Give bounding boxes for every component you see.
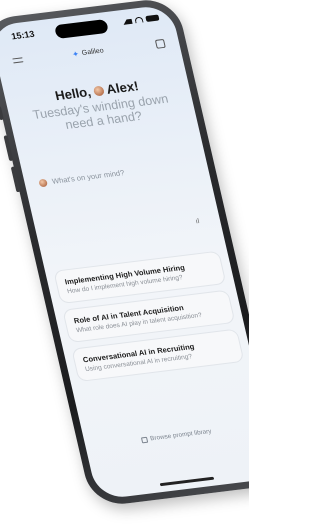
- home-indicator[interactable]: [159, 476, 215, 487]
- scene: 15:13 ✦ Galileo Hello, Alex! Tuesday's w…: [0, 0, 249, 524]
- browse-prompt-library-link[interactable]: Browse prompt library: [85, 421, 249, 450]
- status-icons: [122, 14, 160, 25]
- book-icon: [140, 436, 149, 443]
- browse-label: Browse prompt library: [149, 427, 213, 443]
- dynamic-island: [53, 18, 110, 39]
- greeting: Hello, Alex! Tuesday's winding down need…: [4, 72, 196, 138]
- brand-name: Galileo: [81, 47, 105, 57]
- prompt-suggestions: Implementing High Volume Hiring How do I…: [53, 250, 246, 388]
- phone-device: 15:13 ✦ Galileo Hello, Alex! Tuesday's w…: [0, 0, 249, 508]
- message-composer: ıl: [34, 159, 211, 245]
- greeting-name: Alex!: [104, 78, 140, 97]
- input-row: [34, 159, 198, 188]
- greeting-hello: Hello,: [53, 84, 93, 104]
- avatar: [92, 85, 105, 97]
- cellular-signal-icon: [122, 17, 133, 25]
- status-time: 15:13: [10, 28, 36, 42]
- message-input[interactable]: [51, 159, 193, 186]
- brand-logo-icon: ✦: [71, 49, 80, 60]
- battery-icon: [145, 14, 160, 23]
- wifi-icon: [134, 16, 144, 24]
- menu-icon[interactable]: [12, 57, 24, 66]
- new-chat-icon[interactable]: [154, 38, 166, 49]
- voice-input-icon[interactable]: ıl: [195, 217, 205, 225]
- input-avatar: [38, 178, 48, 187]
- brand: ✦ Galileo: [71, 46, 104, 59]
